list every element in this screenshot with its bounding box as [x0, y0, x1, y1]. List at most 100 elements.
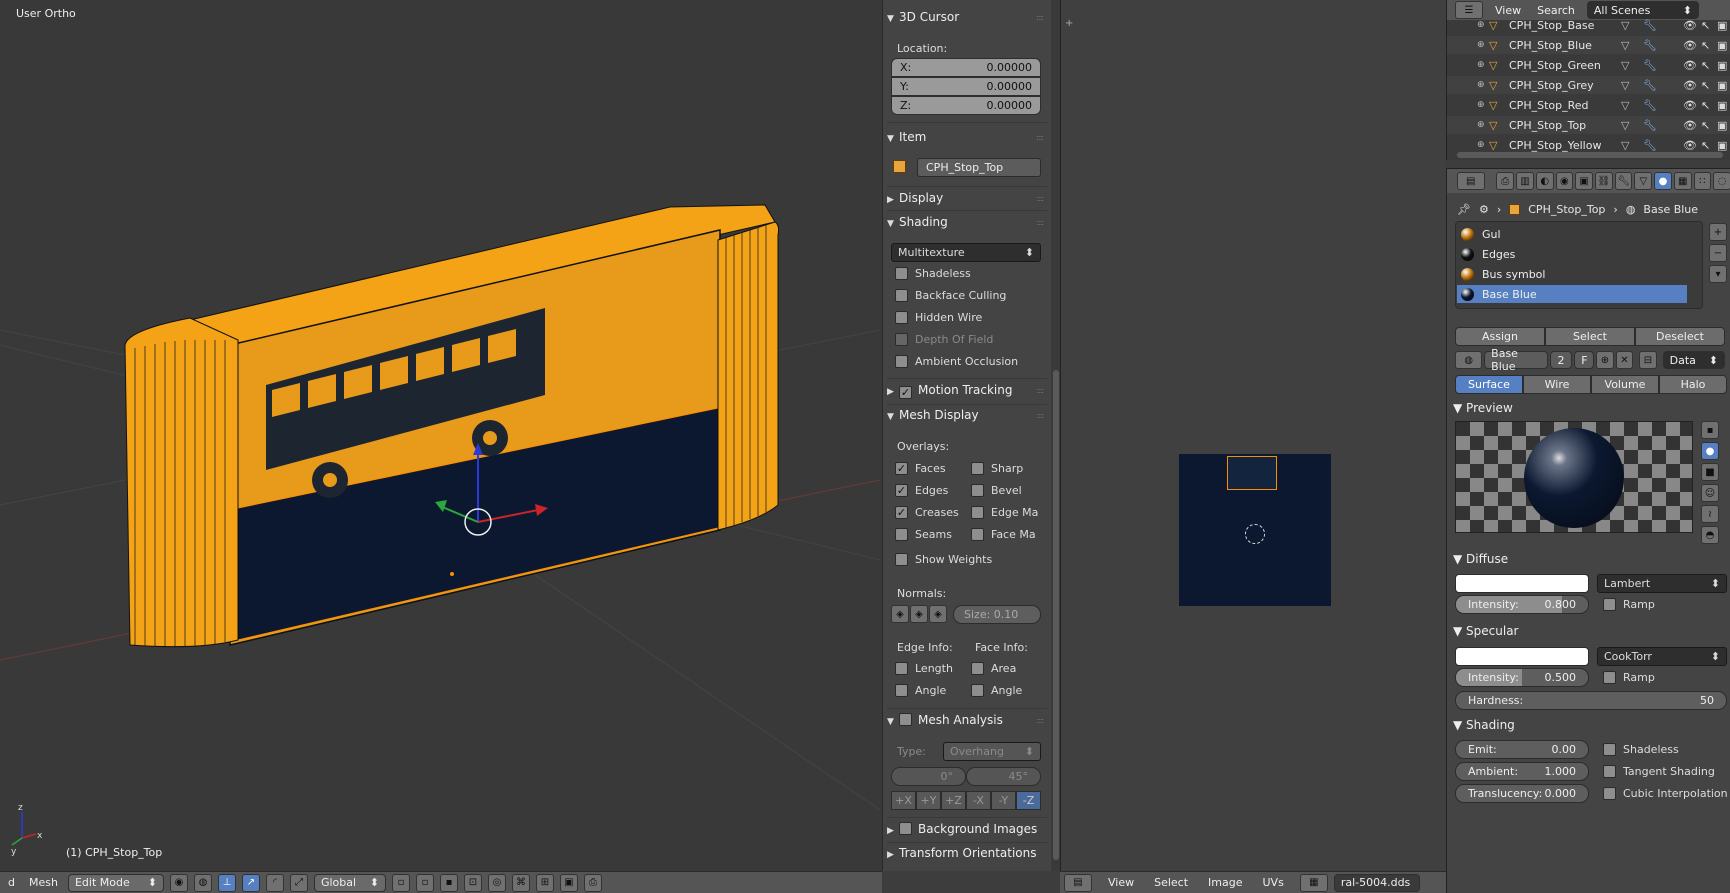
add-slot-icon[interactable]: +: [1709, 223, 1727, 241]
remove-slot-icon[interactable]: −: [1709, 244, 1727, 262]
tangent-checkbox[interactable]: [1603, 765, 1616, 778]
selectable-cursor-icon[interactable]: ↖: [1701, 39, 1717, 52]
scale-icon[interactable]: ⤢: [289, 873, 308, 892]
angle-face-checkbox[interactable]: [971, 684, 984, 697]
material-users-button[interactable]: 2: [1550, 351, 1573, 369]
mesh-analysis-checkbox[interactable]: [899, 713, 912, 726]
visibility-eye-icon[interactable]: 👁︎: [1683, 139, 1701, 152]
section-mesh-display[interactable]: ▼ Mesh Display::::: [887, 408, 1047, 422]
proportional-icon[interactable]: ◎: [487, 873, 506, 892]
snap-target-icon[interactable]: ⌘: [511, 873, 530, 892]
length-checkbox[interactable]: [895, 662, 908, 675]
material-slot[interactable]: Bus symbol: [1457, 265, 1687, 283]
edge-select-icon[interactable]: ▫: [415, 873, 434, 892]
axis-px-button[interactable]: +X: [891, 791, 916, 810]
axis-py-button[interactable]: +Y: [916, 791, 941, 810]
specular-color-swatch[interactable]: [1455, 647, 1589, 666]
face-marks-checkbox[interactable]: [971, 528, 984, 541]
uv-menu-image[interactable]: Image: [1204, 876, 1246, 889]
material-slot[interactable]: Base Blue: [1457, 285, 1687, 303]
plus-icon[interactable]: +: [1065, 18, 1075, 29]
occlude-icon[interactable]: ⊡: [463, 873, 482, 892]
fake-user-button[interactable]: F: [1574, 351, 1595, 369]
editor-type-icon[interactable]: ▤: [1064, 873, 1092, 892]
section-3d-cursor[interactable]: ▼ 3D Cursor::::: [887, 10, 1047, 24]
analysis-type-select[interactable]: Overhang ⬍: [943, 742, 1041, 761]
selectable-cursor-icon[interactable]: ↖: [1701, 119, 1717, 132]
specular-intensity-slider[interactable]: Intensity: 0.500: [1455, 668, 1589, 687]
section-display[interactable]: ▶ Display::::: [887, 191, 1047, 205]
specular-shader-select[interactable]: CookTorr ⬍: [1597, 647, 1727, 666]
visibility-eye-icon[interactable]: 👁︎: [1683, 39, 1701, 52]
uv-menu-uvs[interactable]: UVs: [1259, 876, 1288, 889]
section-transform-orientations[interactable]: ▶ Transform Orientations: [887, 846, 1047, 860]
props-type-icon[interactable]: ▤: [1457, 172, 1485, 190]
assign-button[interactable]: Assign: [1455, 327, 1545, 346]
pin-icon[interactable]: 📌︎: [1457, 203, 1471, 216]
render-camera-icon[interactable]: ▣: [1717, 139, 1727, 152]
section-specular[interactable]: ▼ Specular: [1453, 624, 1519, 638]
visibility-eye-icon[interactable]: 👁︎: [1683, 19, 1701, 32]
unlink-material-icon[interactable]: ✕: [1615, 351, 1634, 369]
tab-halo[interactable]: Halo: [1659, 375, 1727, 394]
axis-pz-button[interactable]: +Z: [941, 791, 966, 810]
section-item[interactable]: ▼ Item::::: [887, 130, 1047, 144]
sharp-checkbox[interactable]: [971, 462, 984, 475]
background-images-checkbox[interactable]: [899, 822, 912, 835]
expand-icon[interactable]: ⊕: [1477, 140, 1489, 150]
slot-menu-icon[interactable]: ▾: [1709, 265, 1727, 283]
bevel-checkbox[interactable]: [971, 484, 984, 497]
preview-plane-icon[interactable]: ▪: [1701, 421, 1719, 439]
face-normal-icon[interactable]: ◈: [929, 605, 947, 623]
expand-icon[interactable]: ⊕: [1477, 60, 1489, 70]
axis-nz-button[interactable]: -Z: [1016, 791, 1041, 810]
expand-icon[interactable]: ⊕: [1477, 80, 1489, 90]
select-button[interactable]: Select: [1545, 327, 1635, 346]
tab-wire[interactable]: Wire: [1523, 375, 1591, 394]
translate-icon[interactable]: ↗: [241, 873, 260, 892]
motion-tracking-checkbox[interactable]: [899, 386, 912, 399]
manipulator-icon[interactable]: ⊥: [217, 873, 236, 892]
creases-checkbox[interactable]: [895, 506, 908, 519]
node-icon[interactable]: ⊟: [1639, 351, 1657, 369]
preview-cube-icon[interactable]: ■: [1701, 463, 1719, 481]
rotate-icon[interactable]: ◜: [265, 873, 284, 892]
hidden-wire-checkbox[interactable]: [895, 311, 908, 324]
image-browse-icon[interactable]: ▦: [1299, 873, 1328, 892]
visibility-eye-icon[interactable]: 👁︎: [1683, 119, 1701, 132]
material-browse-icon[interactable]: ◍: [1455, 351, 1483, 369]
outliner-row[interactable]: ⊕ ▽ CPH_Stop_Green ▽ 🔧︎ 👁︎ ↖ ▣: [1447, 56, 1730, 74]
mode-select[interactable]: Edit Mode ⬍: [67, 873, 164, 892]
outliner-menu-view[interactable]: View: [1491, 4, 1525, 17]
cursor-z-field[interactable]: Z: 0.00000: [891, 96, 1041, 115]
angle-edge-checkbox[interactable]: [895, 684, 908, 697]
diffuse-ramp-checkbox[interactable]: [1603, 598, 1616, 611]
shading-mode-select[interactable]: Multitexture ⬍: [891, 243, 1041, 262]
faces-checkbox[interactable]: [895, 462, 908, 475]
expand-icon[interactable]: ⊕: [1477, 20, 1489, 30]
render-camera-icon[interactable]: ▣: [1717, 79, 1727, 92]
image-name-field[interactable]: ral-5004.dds: [1333, 873, 1420, 892]
emit-slider[interactable]: Emit: 0.00: [1455, 740, 1589, 759]
scene-3d[interactable]: y x z: [0, 0, 882, 871]
selectable-cursor-icon[interactable]: ↖: [1701, 19, 1717, 32]
menu-mesh[interactable]: Mesh: [25, 876, 62, 889]
ambient-slider[interactable]: Ambient: 1.000: [1455, 762, 1589, 781]
physics-tab-icon[interactable]: ◌: [1713, 172, 1730, 190]
expand-icon[interactable]: ⊕: [1477, 100, 1489, 110]
outliner-menu-search[interactable]: Search: [1533, 4, 1579, 17]
outliner-row[interactable]: ⊕ ▽ CPH_Stop_Top ▽ 🔧︎ 👁︎ ↖ ▣: [1447, 116, 1730, 134]
material-slot[interactable]: Gul: [1457, 225, 1687, 243]
3d-viewport[interactable]: User Ortho y x z (1) CPH_Stop_Top: [0, 0, 882, 871]
data-tab-icon[interactable]: ▽: [1634, 172, 1653, 190]
shadeless-checkbox[interactable]: [895, 267, 908, 280]
dof-checkbox[interactable]: [895, 333, 908, 346]
edges-checkbox[interactable]: [895, 484, 908, 497]
visibility-eye-icon[interactable]: 👁︎: [1683, 59, 1701, 72]
preview-sphere-icon[interactable]: ●: [1701, 442, 1719, 460]
diffuse-shader-select[interactable]: Lambert ⬍: [1597, 574, 1727, 593]
scene-tab-icon[interactable]: ◐: [1535, 172, 1554, 190]
seams-checkbox[interactable]: [895, 528, 908, 541]
section-mesh-analysis[interactable]: ▼ Mesh Analysis::::: [887, 713, 1047, 727]
range-max-field[interactable]: 45°: [966, 767, 1041, 786]
